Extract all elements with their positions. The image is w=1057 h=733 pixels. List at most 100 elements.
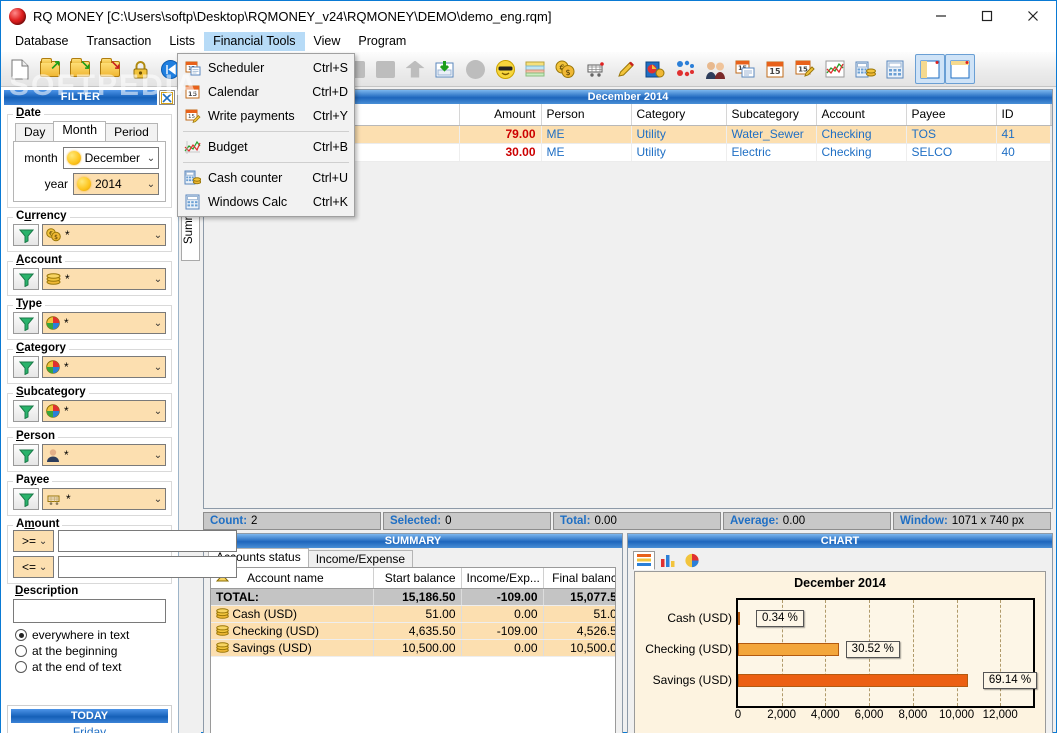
year-select[interactable]: 2014 ⌄ <box>73 173 159 195</box>
funnel-icon[interactable] <box>13 400 39 422</box>
folder-open-icon[interactable]: ↗ <box>35 54 65 84</box>
funnel-icon[interactable] <box>13 312 39 334</box>
amount-min-input[interactable] <box>58 530 238 552</box>
month-value: December <box>84 151 140 165</box>
gray-circle-icon[interactable] <box>460 54 490 84</box>
summary-start: 4,635.50 <box>373 622 462 640</box>
currency-select[interactable]: € $ * ⌄ <box>42 224 166 246</box>
month-select[interactable]: December ⌄ <box>62 147 159 169</box>
amount-max-input[interactable] <box>58 556 238 578</box>
category-select[interactable]: * ⌄ <box>42 356 166 378</box>
radio-everywhere-in-text[interactable]: everywhere in text <box>13 627 166 643</box>
menu-transaction[interactable]: Transaction <box>78 32 161 51</box>
account-select[interactable]: * ⌄ <box>42 268 166 290</box>
trend-chart-icon[interactable] <box>820 54 850 84</box>
col-category[interactable]: Category <box>631 104 727 126</box>
col-account[interactable]: Account <box>816 104 907 126</box>
summary-row[interactable]: Checking (USD) 4,635.50 -109.00 4,526.50 <box>211 622 615 640</box>
gray-icon-7[interactable] <box>370 54 400 84</box>
budget-chart-icon <box>184 139 201 156</box>
payee-value: * <box>66 492 71 506</box>
window-tile-icon[interactable] <box>915 54 945 84</box>
col-payee[interactable]: Payee <box>906 104 997 126</box>
calendar-icon[interactable]: 15 <box>760 54 790 84</box>
radio-label: at the end of text <box>32 660 122 674</box>
status-average-value: 0.00 <box>782 515 806 527</box>
folder-import-icon[interactable]: ↘ <box>95 54 125 84</box>
maximize-button[interactable] <box>964 1 1010 31</box>
amount-min-operator[interactable]: >= ⌄ <box>13 530 55 552</box>
folder-save-icon[interactable]: ↘ <box>65 54 95 84</box>
bubbles-icon[interactable] <box>670 54 700 84</box>
gray-icon-8[interactable] <box>400 54 430 84</box>
funnel-icon[interactable] <box>13 268 39 290</box>
funnel-icon[interactable] <box>13 224 39 246</box>
menu-lists[interactable]: Lists <box>160 32 204 51</box>
calculator-icon[interactable] <box>880 54 910 84</box>
chart-xtick-1: 2,000 <box>767 709 797 721</box>
summary-col-start-balance[interactable]: Start balance <box>373 568 462 589</box>
date-tab-day[interactable]: Day <box>15 123 55 141</box>
date-tab-month[interactable]: Month <box>53 121 107 141</box>
menu-item-scheduler[interactable]: 15 Scheduler Ctrl+S <box>178 56 354 80</box>
description-input[interactable] <box>13 599 166 623</box>
report-icon[interactable] <box>640 54 670 84</box>
col-subcategory[interactable]: Subcategory <box>726 104 817 126</box>
menu-item-cash-counter[interactable]: Cash counter Ctrl+U <box>178 166 354 190</box>
currency-icon[interactable]: € $ <box>550 54 580 84</box>
category-value: * <box>64 360 69 374</box>
summary-col-income-expense[interactable]: Income/Exp... <box>461 568 544 589</box>
date-tab-period[interactable]: Period <box>105 123 158 141</box>
window-cascade-icon[interactable] <box>945 54 975 84</box>
month-label: month <box>24 151 58 165</box>
col-person[interactable]: Person <box>541 104 632 126</box>
summary-row[interactable]: Savings (USD) 10,500.00 0.00 10,500.00 <box>211 639 615 657</box>
pencil-icon[interactable] <box>610 54 640 84</box>
new-document-icon[interactable] <box>5 54 35 84</box>
cash-counter-icon[interactable] <box>850 54 880 84</box>
menu-view[interactable]: View <box>305 32 350 51</box>
person-select[interactable]: * ⌄ <box>42 444 166 466</box>
calendar-edit-icon[interactable]: 15 <box>790 54 820 84</box>
smiley-icon[interactable] <box>490 54 520 84</box>
calendar-note-icon[interactable]: 15 <box>730 54 760 84</box>
menu-item-calendar[interactable]: 15 Calendar Ctrl+D <box>178 80 354 104</box>
funnel-icon[interactable] <box>13 356 39 378</box>
payee-select[interactable]: * ⌄ <box>42 488 166 510</box>
amount-max-operator-value: <= <box>22 560 37 574</box>
close-filter-icon[interactable] <box>159 90 175 105</box>
pie-chart-icon[interactable] <box>681 551 703 570</box>
people-icon[interactable] <box>700 54 730 84</box>
close-button[interactable] <box>1010 1 1056 31</box>
menu-item-windows-calc[interactable]: Windows Calc Ctrl+K <box>178 190 354 214</box>
tab-income-expense[interactable]: Income/Expense <box>307 550 414 567</box>
summary-tabs: Accounts status Income/Expense <box>204 548 622 567</box>
cart-icon[interactable] <box>580 54 610 84</box>
table-view-icon[interactable] <box>633 551 655 570</box>
subcategory-select[interactable]: * ⌄ <box>42 400 166 422</box>
menu-financial-tools[interactable]: Financial Tools <box>204 32 305 51</box>
bar-chart-icon[interactable] <box>657 551 679 570</box>
menu-item-budget[interactable]: Budget Ctrl+B <box>178 135 354 159</box>
radio-at-the-beginning[interactable]: at the beginning <box>13 643 166 659</box>
col-amount[interactable]: Amount <box>459 104 542 126</box>
filter-currency-group: Currency € $ * ⌄ <box>7 210 172 252</box>
sun-icon <box>66 151 81 165</box>
menu-program[interactable]: Program <box>349 32 415 51</box>
menu-database[interactable]: Database <box>6 32 78 51</box>
archive-download-icon[interactable] <box>430 54 460 84</box>
col-id[interactable]: ID <box>996 104 1051 126</box>
today-title: TODAY <box>11 709 168 723</box>
funnel-icon[interactable] <box>13 488 39 510</box>
notes-icon[interactable] <box>520 54 550 84</box>
summary-col-final-balance[interactable]: Final balance <box>543 568 615 589</box>
menu-item-write-payments[interactable]: 15 Write payments Ctrl+Y <box>178 104 354 128</box>
lock-icon[interactable] <box>125 54 155 84</box>
type-select[interactable]: * ⌄ <box>42 312 166 334</box>
amount-max-operator[interactable]: <= ⌄ <box>13 556 55 578</box>
radio-at-the-end-of-text[interactable]: at the end of text <box>13 659 166 675</box>
status-count-value: 2 <box>251 515 258 527</box>
funnel-icon[interactable] <box>13 444 39 466</box>
summary-row[interactable]: Cash (USD) 51.00 0.00 51.00 <box>211 605 615 623</box>
minimize-button[interactable] <box>918 1 964 31</box>
